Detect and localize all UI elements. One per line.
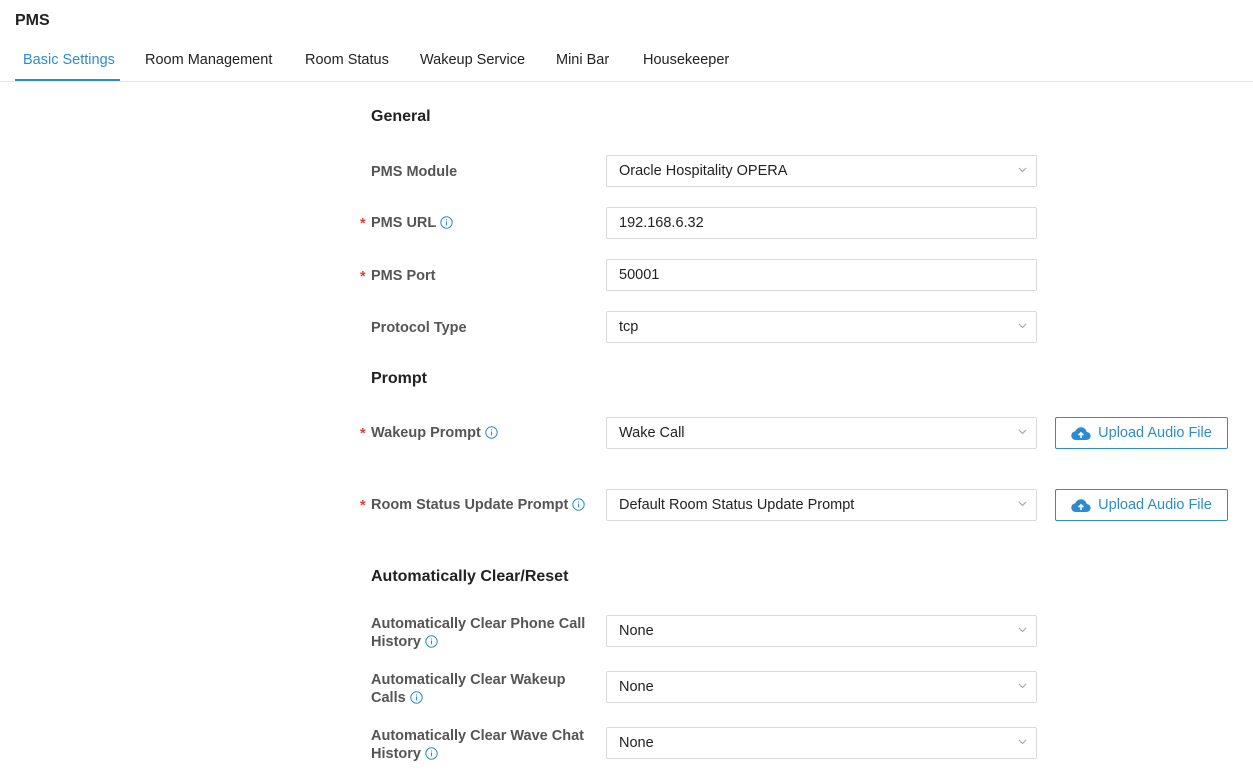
pms-url-label: PMS URL — [360, 214, 453, 233]
tab-basic-settings[interactable]: Basic Settings — [23, 52, 115, 68]
tab-housekeeper[interactable]: Housekeeper — [643, 52, 729, 68]
info-icon[interactable] — [440, 216, 453, 229]
tab-room-status[interactable]: Room Status — [305, 52, 389, 68]
clear-wakeup-calls-select[interactable]: None — [606, 671, 1037, 703]
chevron-down-icon — [1018, 683, 1027, 689]
room-status-prompt-label: Room Status Update Prompt — [360, 496, 586, 515]
pms-module-label: PMS Module — [371, 163, 457, 181]
upload-audio-file-label: Upload Audio File — [1098, 425, 1212, 441]
chevron-down-icon — [1018, 501, 1027, 507]
protocol-type-select[interactable]: tcp — [606, 311, 1037, 343]
chevron-down-icon — [1018, 429, 1027, 435]
section-title-general: General — [371, 108, 431, 125]
pms-port-label: PMS Port — [360, 267, 436, 286]
pms-port-input[interactable] — [606, 259, 1037, 291]
info-icon[interactable] — [485, 426, 498, 439]
room-status-prompt-value: Default Room Status Update Prompt — [619, 497, 855, 513]
clear-wakeup-calls-label-line2: Calls — [371, 690, 406, 706]
chevron-down-icon — [1018, 739, 1027, 745]
section-title-auto-clear: Automatically Clear/Reset — [371, 568, 569, 585]
tab-room-management[interactable]: Room Management — [145, 52, 272, 68]
upload-audio-file-button[interactable]: Upload Audio File — [1055, 489, 1228, 521]
active-tab-indicator — [15, 79, 120, 81]
upload-audio-file-button[interactable]: Upload Audio File — [1055, 417, 1228, 449]
clear-wave-chat-history-select[interactable]: None — [606, 727, 1037, 759]
clear-wakeup-calls-value: None — [619, 679, 654, 695]
chevron-down-icon — [1018, 167, 1027, 173]
upload-audio-file-label: Upload Audio File — [1098, 497, 1212, 513]
tab-wakeup-service[interactable]: Wakeup Service — [420, 52, 525, 68]
wakeup-prompt-select[interactable]: Wake Call — [606, 417, 1037, 449]
wakeup-prompt-label-text: Wakeup Prompt — [371, 425, 481, 441]
info-icon[interactable] — [409, 691, 423, 704]
pms-url-label-text: PMS URL — [371, 215, 437, 231]
info-icon[interactable] — [572, 498, 586, 511]
page-title: PMS — [15, 12, 50, 29]
room-status-prompt-label-text: Room Status Update Prompt — [371, 497, 569, 513]
clear-phone-call-history-label: Automatically Clear Phone Call History — [371, 615, 585, 651]
clear-phone-call-history-label-line1: Automatically Clear Phone Call — [371, 616, 586, 632]
pms-url-input[interactable] — [606, 207, 1037, 239]
wakeup-prompt-value: Wake Call — [619, 425, 685, 441]
section-title-prompt: Prompt — [371, 370, 427, 387]
clear-wakeup-calls-label-line1: Automatically Clear Wakeup — [371, 672, 566, 688]
clear-wakeup-calls-label: Automatically Clear Wakeup Calls — [371, 671, 565, 707]
tab-bar: Basic Settings Room Management Room Stat… — [0, 44, 1253, 82]
protocol-type-label-text: Protocol Type — [371, 320, 467, 336]
chevron-down-icon — [1018, 323, 1027, 329]
room-status-prompt-select[interactable]: Default Room Status Update Prompt — [606, 489, 1037, 521]
clear-phone-call-history-label-line2: History — [371, 634, 421, 650]
cloud-upload-icon — [1071, 498, 1091, 512]
chevron-down-icon — [1018, 627, 1027, 633]
clear-phone-call-history-select[interactable]: None — [606, 615, 1037, 647]
clear-wave-chat-history-label: Automatically Clear Wave Chat History — [371, 727, 584, 763]
clear-wave-chat-history-label-line1: Automatically Clear Wave Chat — [371, 728, 584, 744]
cloud-upload-icon — [1071, 426, 1091, 440]
pms-module-label-text: PMS Module — [371, 164, 458, 180]
pms-module-select[interactable]: Oracle Hospitality OPERA — [606, 155, 1037, 187]
info-icon[interactable] — [425, 747, 438, 760]
protocol-type-value: tcp — [619, 319, 639, 335]
wakeup-prompt-label: Wakeup Prompt — [360, 424, 498, 443]
clear-phone-call-history-value: None — [619, 623, 654, 639]
pms-module-value: Oracle Hospitality OPERA — [619, 163, 788, 179]
pms-port-label-text: PMS Port — [371, 268, 436, 284]
info-icon[interactable] — [425, 635, 438, 648]
tab-mini-bar[interactable]: Mini Bar — [556, 52, 609, 68]
clear-wave-chat-history-label-line2: History — [371, 746, 421, 762]
protocol-type-label: Protocol Type — [371, 319, 467, 337]
clear-wave-chat-history-value: None — [619, 735, 654, 751]
